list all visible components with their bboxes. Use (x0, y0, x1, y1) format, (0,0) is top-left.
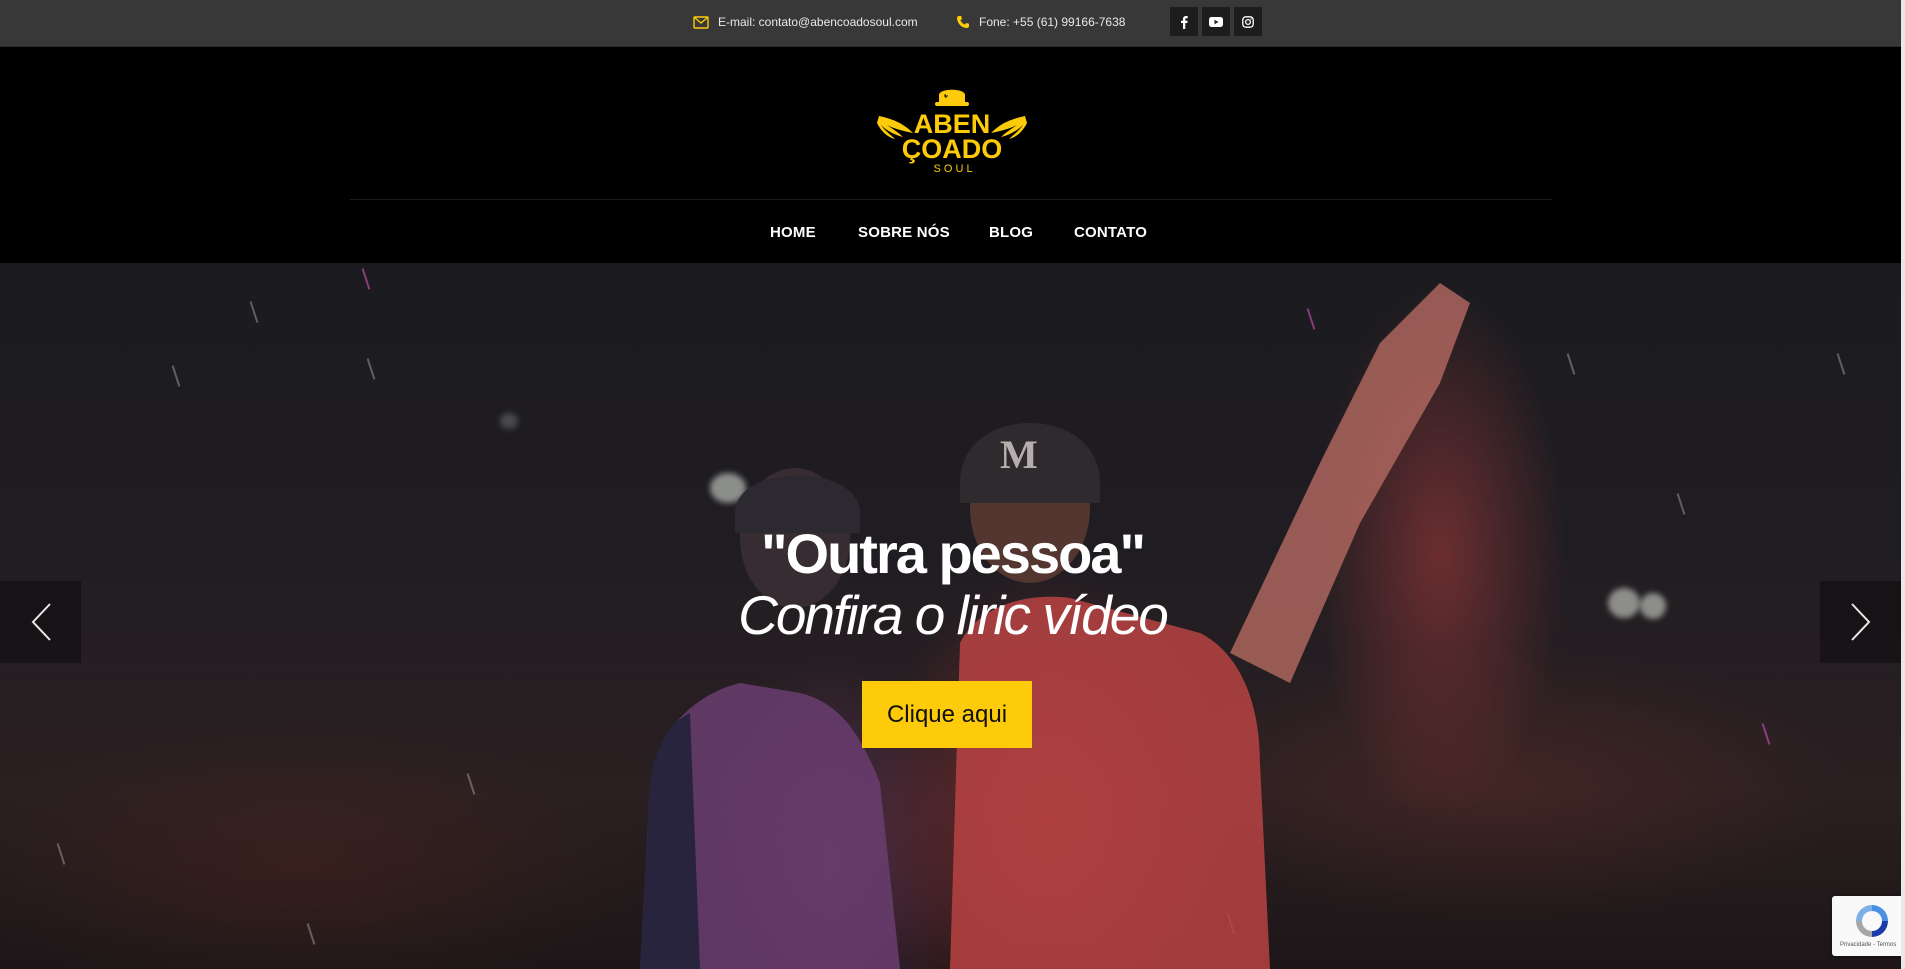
scrollbar[interactable] (1901, 0, 1905, 969)
recaptcha-icon (1856, 905, 1888, 937)
recaptcha-badge[interactable]: Privacidade - Termos (1832, 896, 1905, 956)
nav-item-contato[interactable]: CONTATO (1074, 224, 1147, 241)
hero-slider: M "Outra pessoa" Confira o liric vídeo C… (0, 263, 1905, 969)
slider-prev-button[interactable] (0, 581, 81, 663)
hero-subtitle: Confira o liric vídeo (738, 584, 1169, 646)
nav-item-home[interactable]: HOME (770, 224, 816, 241)
hero-title: "Outra pessoa" (760, 522, 1146, 585)
main-nav: HOME SOBRE NÓS BLOG CONTATO (0, 0, 1905, 263)
chevron-right-icon (1850, 603, 1870, 641)
recaptcha-terms[interactable]: Privacidade - Termos (1840, 942, 1896, 948)
clique-aqui-button[interactable]: Clique aqui (862, 681, 1032, 748)
chevron-left-icon (31, 603, 51, 641)
nav-item-blog[interactable]: BLOG (989, 224, 1033, 241)
slider-next-button[interactable] (1820, 581, 1901, 663)
svg-text:M: M (1000, 432, 1038, 477)
nav-item-sobre-nos[interactable]: SOBRE NÓS (858, 224, 950, 241)
